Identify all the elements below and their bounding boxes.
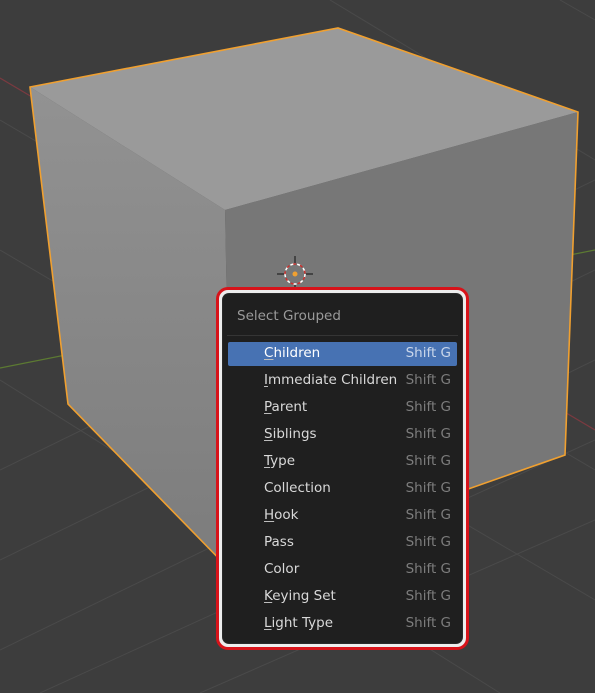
menu-item-label: Parent bbox=[264, 399, 308, 415]
menu-item-label: Immediate Children bbox=[264, 372, 398, 388]
menu-item-parent[interactable]: Parent Shift G bbox=[228, 396, 457, 420]
menu-item-shortcut: Shift G bbox=[405, 426, 451, 442]
menu-separator bbox=[227, 335, 458, 336]
menu-item-shortcut: Shift G bbox=[405, 372, 451, 388]
menu-item-label: Color bbox=[264, 561, 300, 577]
menu-item-shortcut: Shift G bbox=[405, 534, 451, 550]
menu-item-label: Hook bbox=[264, 507, 299, 523]
menu-item-label: Children bbox=[264, 345, 321, 361]
menu-item-shortcut: Shift G bbox=[405, 453, 451, 469]
menu-item-label: Pass bbox=[264, 534, 294, 550]
menu-item-type[interactable]: Type Shift G bbox=[228, 450, 457, 474]
menu-item-shortcut: Shift G bbox=[405, 561, 451, 577]
menu-items: Children Shift G Immediate Children Shift G… bbox=[228, 342, 457, 639]
menu-title: Select Grouped bbox=[237, 308, 341, 324]
menu-item-shortcut: Shift G bbox=[405, 615, 451, 631]
3d-viewport[interactable]: Select Grouped Children Shift G Immediate … bbox=[0, 0, 595, 693]
menu-item-light-type[interactable]: Light Type Shift G bbox=[228, 612, 457, 636]
menu-item-color[interactable]: Color Shift G bbox=[228, 558, 457, 582]
menu-item-hook[interactable]: Hook Shift G bbox=[228, 504, 457, 528]
menu-item-siblings[interactable]: Siblings Shift G bbox=[228, 423, 457, 447]
menu-item-shortcut: Shift G bbox=[405, 345, 451, 361]
menu-item-pass[interactable]: Pass Shift G bbox=[228, 531, 457, 555]
menu-item-label: Siblings bbox=[264, 426, 317, 442]
menu-item-label: Keying Set bbox=[264, 588, 336, 604]
select-grouped-menu: Select Grouped Children Shift G Immediate … bbox=[223, 294, 462, 643]
menu-item-label: Light Type bbox=[264, 615, 333, 631]
menu-item-shortcut: Shift G bbox=[405, 399, 451, 415]
menu-item-label: Type bbox=[264, 453, 296, 469]
menu-item-shortcut: Shift G bbox=[405, 480, 451, 496]
menu-item-shortcut: Shift G bbox=[405, 507, 451, 523]
menu-item-shortcut: Shift G bbox=[405, 588, 451, 604]
menu-item-keying-set[interactable]: Keying Set Shift G bbox=[228, 585, 457, 609]
menu-item-label: Collection bbox=[264, 480, 331, 496]
menu-item-collection[interactable]: Collection Shift G bbox=[228, 477, 457, 501]
menu-item-immediate-children[interactable]: Immediate Children Shift G bbox=[228, 369, 457, 393]
menu-item-children[interactable]: Children Shift G bbox=[228, 342, 457, 366]
